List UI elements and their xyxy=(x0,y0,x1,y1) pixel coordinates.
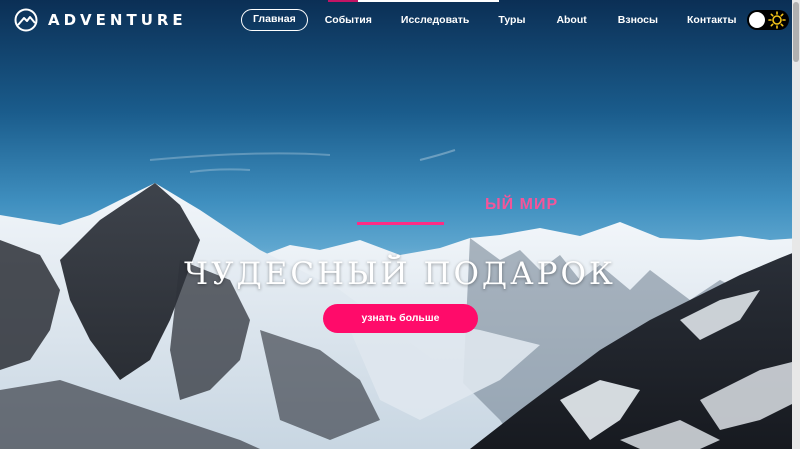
nav-item-contacts[interactable]: Контакты xyxy=(687,9,737,31)
hero-subtitle: ЫЙ МИР xyxy=(485,196,559,213)
hero-headline: ЧУДЕСНЫЙ ПОДАРОК xyxy=(184,256,616,292)
brand-name: ADVENTURE xyxy=(48,11,187,29)
nav-item-tours[interactable]: Туры xyxy=(498,9,525,31)
brand-logo[interactable]: ADVENTURE xyxy=(14,8,187,32)
nav-item-events[interactable]: События xyxy=(325,9,372,31)
theme-toggle[interactable] xyxy=(747,10,789,30)
learn-more-button[interactable]: узнать больше xyxy=(323,304,478,333)
hero-section: ADVENTURE Главная События Исследовать Ту… xyxy=(0,0,800,449)
toggle-knob xyxy=(749,12,765,28)
nav-item-fees[interactable]: Взносы xyxy=(618,9,658,31)
main-nav: Главная События Исследовать Туры About В… xyxy=(241,9,737,31)
nav-item-home[interactable]: Главная xyxy=(241,9,308,31)
scrollbar-thumb[interactable] xyxy=(793,2,799,62)
nav-indicator xyxy=(328,0,499,2)
sun-icon xyxy=(768,11,786,29)
nav-item-about[interactable]: About xyxy=(556,9,586,31)
nav-item-explore[interactable]: Исследовать xyxy=(401,9,469,31)
hero-accent-line xyxy=(357,222,444,225)
mountain-logo-icon xyxy=(14,8,38,32)
scrollbar[interactable] xyxy=(792,0,800,449)
